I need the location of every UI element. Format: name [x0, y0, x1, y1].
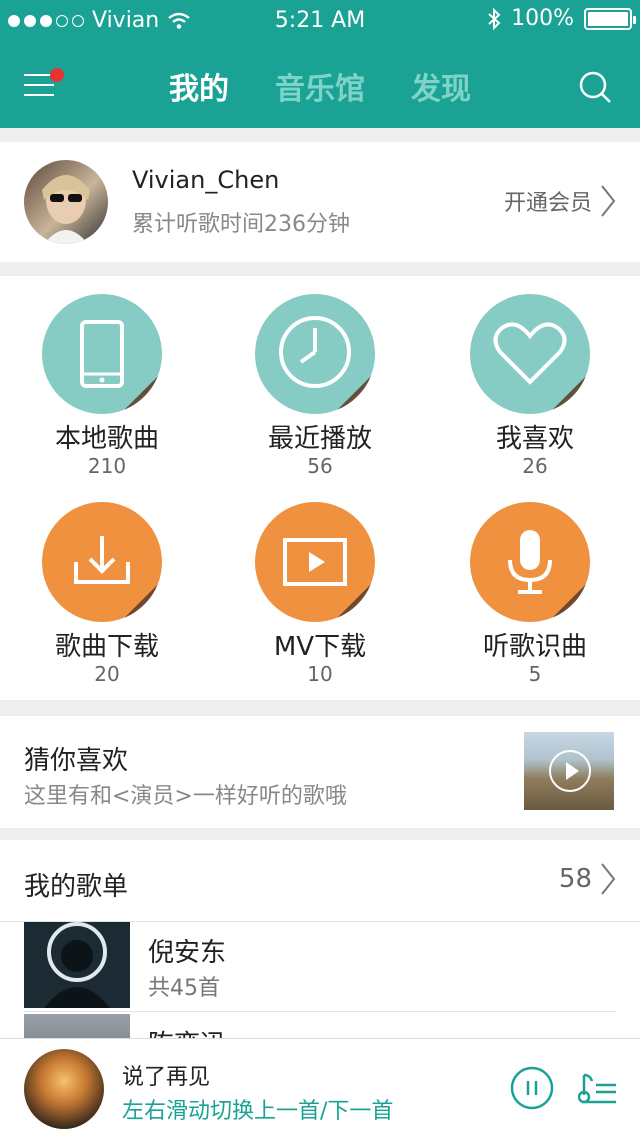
- grid-count: 56: [307, 454, 333, 478]
- swipe-hint: 左右滑动切换上一首/下一首: [122, 1099, 394, 1124]
- grid-label: 最近播放: [267, 424, 372, 454]
- grid-label: 歌曲下载: [54, 632, 159, 662]
- grid-label: 本地歌曲: [54, 424, 159, 454]
- status-bar: Vivian 5:21 AM 100%: [0, 0, 640, 42]
- grid-count: 26: [522, 454, 548, 478]
- username: Vivian_Chen: [132, 166, 280, 194]
- playlists-title: 我的歌单: [24, 872, 129, 902]
- profile-card[interactable]: Vivian_Chen 累计听歌时间236分钟 开通会员: [0, 142, 640, 262]
- bluetooth-icon: [488, 7, 501, 30]
- playlist-name: 倪安东: [148, 938, 227, 968]
- grid-label: 我喜欢: [495, 424, 574, 454]
- shortcut-grid: 本地歌曲 210 最近播放 56 我喜欢 26 歌曲下载 20 MV下载 10 …: [0, 276, 640, 700]
- listen-time: 累计听歌时间236分钟: [132, 212, 350, 237]
- grid-count: 10: [307, 662, 333, 686]
- play-circle-icon[interactable]: [549, 750, 591, 792]
- mini-player[interactable]: 说了再见 左右滑动切换上一首/下一首: [0, 1038, 640, 1136]
- song-recognition-circle: [470, 502, 590, 622]
- grid-label: 听歌识曲: [482, 632, 587, 662]
- now-playing-cover[interactable]: [24, 1049, 104, 1129]
- chevron-right-icon: [601, 863, 616, 895]
- recommend-thumbnail[interactable]: [524, 732, 614, 810]
- chevron-right-icon: [601, 185, 616, 217]
- recent-plays-circle: [255, 294, 375, 414]
- playlist-row[interactable]: 陈奕迅: [24, 1014, 616, 1040]
- search-icon[interactable]: [578, 70, 612, 104]
- grid-item-local-songs[interactable]: 本地歌曲 210: [0, 276, 214, 478]
- playlists-count-value: 58: [558, 864, 592, 894]
- local-songs-circle: [42, 294, 162, 414]
- grid-count: 210: [87, 454, 127, 478]
- grid-item-favorites[interactable]: 我喜欢 26: [428, 276, 640, 478]
- playlist-song-count: 共45首: [148, 976, 220, 1001]
- vip-button[interactable]: 开通会员: [504, 184, 616, 218]
- song-downloads-circle: [42, 502, 162, 622]
- grid-item-song-recognition[interactable]: 听歌识曲 5: [428, 484, 640, 686]
- playlist-row[interactable]: 倪安东 共45首: [24, 922, 616, 1012]
- recommend-subtitle: 这里有和<演员>一样好听的歌哦: [24, 784, 347, 809]
- top-nav: 我的 音乐馆 发现: [0, 50, 640, 120]
- grid-item-mv-downloads[interactable]: MV下载 10: [213, 484, 427, 686]
- vip-label: 开通会员: [503, 191, 592, 216]
- recommend-title: 猜你喜欢: [24, 746, 129, 776]
- grid-count: 20: [94, 662, 120, 686]
- tab-music-hall[interactable]: 音乐馆: [275, 64, 365, 108]
- avatar[interactable]: [24, 160, 108, 244]
- battery-percent: 100%: [511, 6, 574, 31]
- playlist-cover: [24, 1014, 130, 1040]
- tab-discover[interactable]: 发现: [411, 64, 471, 108]
- tab-mine[interactable]: 我的: [169, 64, 229, 108]
- grid-count: 5: [528, 662, 542, 686]
- my-playlists: 我的歌单 58 倪安东 共45首 陈奕迅: [0, 840, 640, 1040]
- playlists-header[interactable]: 我的歌单 58: [0, 840, 640, 922]
- grid-label: MV下载: [273, 632, 367, 662]
- grid-item-song-downloads[interactable]: 歌曲下载 20: [0, 484, 214, 686]
- playlists-count: 58: [559, 862, 616, 896]
- favorites-circle: [470, 294, 590, 414]
- playlist-queue-icon[interactable]: [578, 1071, 618, 1105]
- playlist-cover: [24, 922, 130, 1008]
- grid-item-recent-plays[interactable]: 最近播放 56: [213, 276, 427, 478]
- now-playing-title: 说了再见: [122, 1065, 211, 1090]
- pause-icon[interactable]: [510, 1066, 554, 1110]
- battery-icon: [584, 7, 636, 30]
- mv-downloads-circle: [255, 502, 375, 622]
- app-header: Vivian 5:21 AM 100% 我的 音乐馆 发现: [0, 0, 640, 128]
- recommend-card[interactable]: 猜你喜欢 这里有和<演员>一样好听的歌哦: [0, 716, 640, 828]
